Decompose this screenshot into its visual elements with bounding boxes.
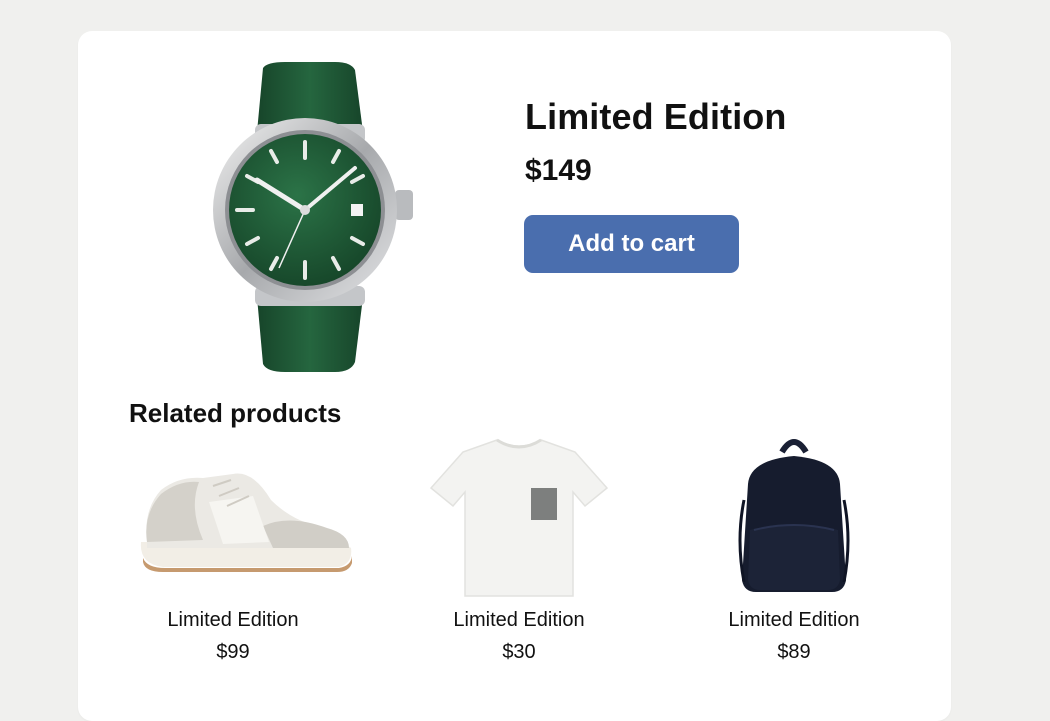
- related-product-name: Limited Edition: [453, 609, 585, 631]
- backpack-icon: [738, 439, 850, 592]
- tshirt-icon: [429, 438, 609, 597]
- product-image[interactable]: [205, 62, 425, 374]
- related-products-heading: Related products: [129, 398, 342, 428]
- related-product-name: Limited Edition: [167, 609, 299, 631]
- product-price: $149: [525, 154, 592, 187]
- related-product-image[interactable]: [103, 430, 363, 600]
- sneaker-icon: [140, 473, 352, 572]
- related-product-image[interactable]: [664, 430, 924, 600]
- related-product-price: $30: [502, 641, 536, 663]
- related-product-name: Limited Edition: [728, 609, 860, 631]
- related-product-image[interactable]: [389, 430, 649, 600]
- product-title: Limited Edition: [525, 96, 787, 137]
- related-product-card[interactable]: Limited Edition $99: [103, 430, 363, 680]
- wristwatch-icon: [213, 62, 413, 372]
- related-product-card[interactable]: Limited Edition $89: [664, 430, 924, 680]
- related-product-card[interactable]: Limited Edition $30: [389, 430, 649, 680]
- related-product-price: $89: [777, 641, 811, 663]
- related-product-price: $99: [216, 641, 250, 663]
- add-to-cart-button[interactable]: Add to cart: [524, 215, 739, 273]
